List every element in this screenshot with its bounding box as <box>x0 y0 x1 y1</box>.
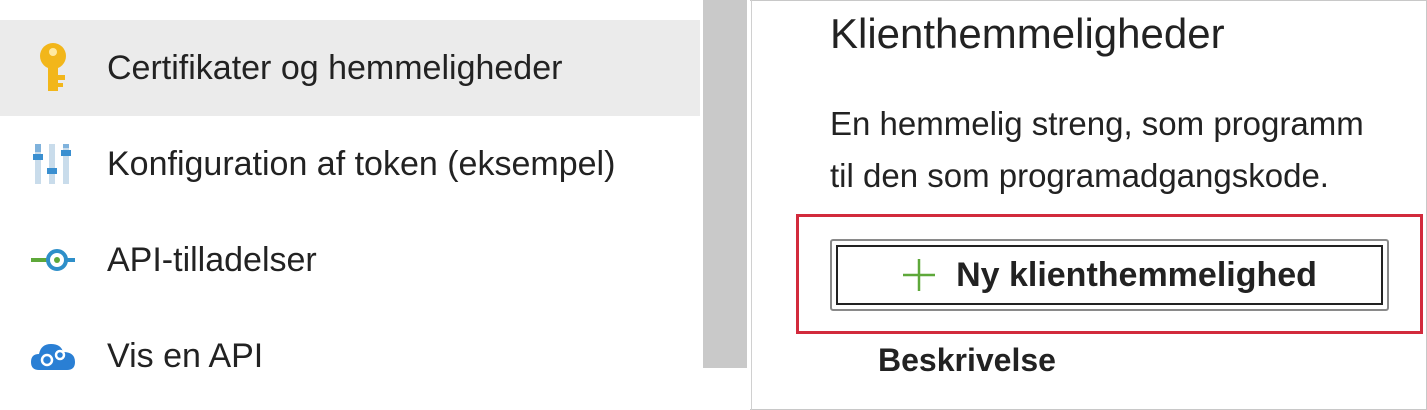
button-label: Ny klienthemmelighed <box>956 255 1317 294</box>
plus-icon <box>903 259 936 291</box>
key-icon <box>26 41 80 95</box>
section-description: En hemmelig streng, som programm til den… <box>830 98 1364 202</box>
sidebar-item-certificates-secrets[interactable]: Certifikater og hemmeligheder <box>0 20 700 116</box>
sidebar-item-label: Certifikater og hemmeligheder <box>107 48 563 87</box>
expose-api-cloud-icon <box>26 329 80 383</box>
sidebar-item-expose-api[interactable]: Vis en API <box>0 308 700 404</box>
sidebar-item-label: Vis en API <box>107 336 264 375</box>
token-config-icon <box>26 137 80 191</box>
sidebar-item-label: Konfiguration af token (eksempel) <box>107 144 616 183</box>
sidebar-item-api-permissions[interactable]: API-tilladelser <box>0 212 700 308</box>
description-line: til den som programadgangskode. <box>830 157 1329 194</box>
sidebar-nav: Certifikater og hemmeligheder Konfigurat… <box>0 0 700 410</box>
api-permissions-icon <box>26 233 80 287</box>
description-line: En hemmelig streng, som programm <box>830 105 1364 142</box>
new-client-secret-button[interactable]: Ny klienthemmelighed <box>830 239 1389 311</box>
section-title: Klienthemmeligheder <box>830 10 1225 57</box>
focus-ring: Ny klienthemmelighed <box>836 245 1383 305</box>
column-header-description: Beskrivelse <box>878 342 1056 378</box>
sidebar-scrollbar-thumb[interactable] <box>703 0 747 368</box>
main-content: Klienthemmeligheder En hemmelig streng, … <box>752 0 1427 410</box>
sidebar-item-token-configuration[interactable]: Konfiguration af token (eksempel) <box>0 116 700 212</box>
sidebar-item-label: API-tilladelser <box>107 240 317 279</box>
